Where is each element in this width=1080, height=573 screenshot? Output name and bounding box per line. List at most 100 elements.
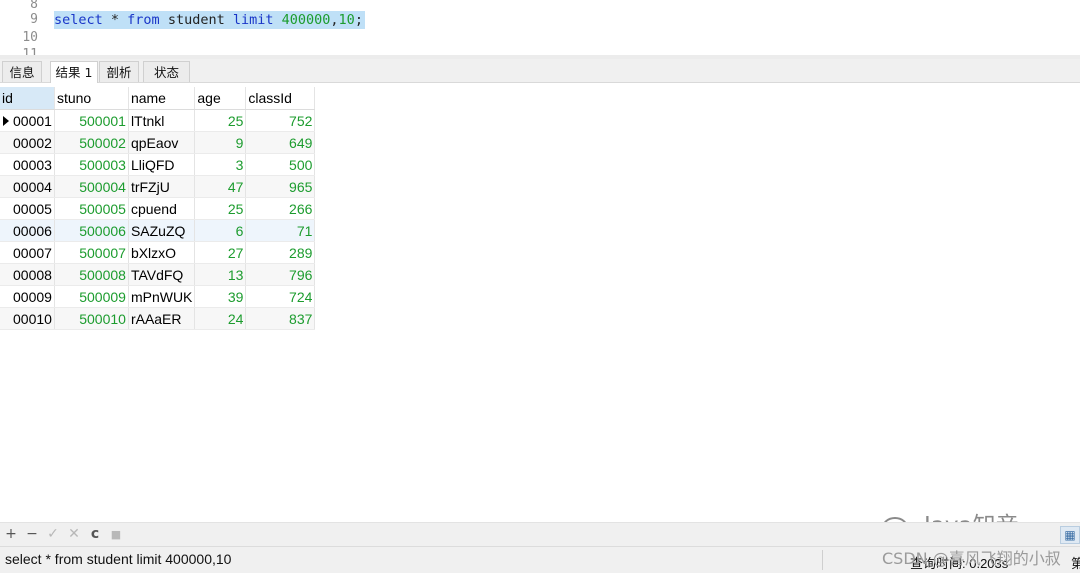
cell-id[interactable]: 00001: [0, 109, 55, 132]
cell-name[interactable]: SAZuZQ: [128, 219, 196, 242]
sql-statement-selected[interactable]: select * from student limit 400000,10;: [54, 11, 365, 29]
cell-classid[interactable]: 796: [245, 263, 316, 286]
cell-classid[interactable]: 649: [245, 131, 316, 154]
tab-result-1[interactable]: 结果 1: [50, 61, 98, 83]
cell-id[interactable]: 00005: [0, 197, 55, 220]
tab-info[interactable]: 信息: [2, 61, 42, 82]
column-header-name[interactable]: name: [128, 87, 196, 110]
table-row[interactable]: 00004 500004 trFZjU 47 965: [0, 175, 316, 198]
cell-classid[interactable]: 71: [245, 219, 316, 242]
sql-token: ,: [330, 12, 339, 28]
table-row[interactable]: 00006 500006 SAZuZQ 6 71: [0, 219, 316, 242]
table-row[interactable]: 00003 500003 LliQFD 3 500: [0, 153, 316, 176]
column-header-classid[interactable]: classId: [245, 87, 316, 110]
cell-age[interactable]: 24: [194, 307, 247, 330]
cell-classid[interactable]: 837: [245, 307, 316, 330]
cell-name[interactable]: mPnWUK: [128, 285, 196, 308]
stop-button[interactable]: ■: [108, 526, 124, 543]
cell-stuno[interactable]: 500004: [54, 175, 129, 198]
cell-id[interactable]: 00008: [0, 263, 55, 286]
cell-id[interactable]: 00007: [0, 241, 55, 264]
cell-classid[interactable]: 965: [245, 175, 316, 198]
sql-table-name: student: [159, 12, 233, 28]
cell-age[interactable]: 3: [194, 153, 247, 176]
line-number: 9: [30, 12, 38, 27]
delete-record-button[interactable]: −: [24, 526, 40, 543]
cell-id[interactable]: 00010: [0, 307, 55, 330]
cell-name[interactable]: cpuend: [128, 197, 196, 220]
sql-token: *: [102, 12, 128, 28]
refresh-button[interactable]: c: [87, 526, 103, 543]
tab-status[interactable]: 状态: [143, 61, 190, 82]
status-page: 第: [1071, 557, 1080, 572]
cell-stuno[interactable]: 500001: [54, 109, 129, 132]
cell-age[interactable]: 9: [194, 131, 247, 154]
column-header-age[interactable]: age: [194, 87, 247, 110]
line-number: 8: [30, 0, 38, 12]
cell-name[interactable]: rAAaER: [128, 307, 196, 330]
cell-id[interactable]: 00009: [0, 285, 55, 308]
cell-stuno[interactable]: 500006: [54, 219, 129, 242]
cell-name[interactable]: TAVdFQ: [128, 263, 196, 286]
status-sql-text: select * from student limit 400000,10: [5, 551, 232, 567]
cell-stuno[interactable]: 500010: [54, 307, 129, 330]
column-header-id[interactable]: id: [0, 87, 55, 110]
sql-keyword: from: [127, 12, 160, 28]
cell-stuno[interactable]: 500007: [54, 241, 129, 264]
discard-changes-button[interactable]: ✕: [66, 526, 82, 543]
sql-token: ;: [354, 12, 363, 28]
cell-age[interactable]: 6: [194, 219, 247, 242]
line-number: 11: [22, 47, 38, 55]
result-tabs: 信息 结果 1 剖析 状态: [0, 59, 1080, 83]
cell-age[interactable]: 13: [194, 263, 247, 286]
grid-toolbar: + − ✓ ✕ c ■ ▦: [0, 522, 1080, 547]
cell-name[interactable]: trFZjU: [128, 175, 196, 198]
watermark-source: CSDN @喜风飞翔的小叔: [882, 549, 1061, 568]
apply-changes-button[interactable]: ✓: [45, 526, 61, 543]
cell-classid[interactable]: 752: [245, 109, 316, 132]
cell-classid[interactable]: 289: [245, 241, 316, 264]
add-record-button[interactable]: +: [3, 526, 19, 543]
cell-name[interactable]: LliQFD: [128, 153, 196, 176]
grid-view-icon[interactable]: ▦: [1060, 526, 1080, 544]
result-grid[interactable]: id stuno name age classId 00001 500001 l…: [0, 87, 316, 330]
cell-id[interactable]: 00002: [0, 131, 55, 154]
table-row[interactable]: 00009 500009 mPnWUK 39 724: [0, 285, 316, 308]
cell-name[interactable]: bXlzxO: [128, 241, 196, 264]
cell-age[interactable]: 25: [194, 109, 247, 132]
result-table: id stuno name age classId 00001 500001 l…: [0, 87, 316, 330]
cell-id[interactable]: 00003: [0, 153, 55, 176]
cell-id[interactable]: 00006: [0, 219, 55, 242]
cell-classid[interactable]: 724: [245, 285, 316, 308]
column-header-stuno[interactable]: stuno: [54, 87, 129, 110]
cell-stuno[interactable]: 500008: [54, 263, 129, 286]
cell-age[interactable]: 25: [194, 197, 247, 220]
table-row[interactable]: 00005 500005 cpuend 25 266: [0, 197, 316, 220]
cell-classid[interactable]: 500: [245, 153, 316, 176]
cell-stuno[interactable]: 500009: [54, 285, 129, 308]
cell-id-text: 00001: [13, 112, 52, 129]
sql-editor[interactable]: 8 9 10 11 select * from student limit 40…: [0, 0, 1080, 55]
cell-id[interactable]: 00004: [0, 175, 55, 198]
tab-profile[interactable]: 剖析: [99, 61, 139, 82]
cell-age[interactable]: 39: [194, 285, 247, 308]
cell-age[interactable]: 27: [194, 241, 247, 264]
cell-classid[interactable]: 266: [245, 197, 316, 220]
table-row[interactable]: 00008 500008 TAVdFQ 13 796: [0, 263, 316, 286]
table-row[interactable]: 00007 500007 bXlzxO 27 289: [0, 241, 316, 264]
table-row[interactable]: 00010 500010 rAAaER 24 837: [0, 307, 316, 330]
cell-age[interactable]: 47: [194, 175, 247, 198]
cell-stuno[interactable]: 500005: [54, 197, 129, 220]
status-divider: [822, 550, 823, 570]
cell-stuno[interactable]: 500002: [54, 131, 129, 154]
cell-name[interactable]: qpEaov: [128, 131, 196, 154]
cell-stuno[interactable]: 500003: [54, 153, 129, 176]
cell-name[interactable]: lTtnkl: [128, 109, 196, 132]
sql-number: 400000: [281, 12, 331, 28]
sql-keyword: select: [54, 12, 103, 28]
table-row[interactable]: 00001 500001 lTtnkl 25 752: [0, 109, 316, 132]
current-row-indicator-icon: [3, 116, 9, 126]
sql-number: 10: [338, 12, 355, 28]
table-row[interactable]: 00002 500002 qpEaov 9 649: [0, 131, 316, 154]
